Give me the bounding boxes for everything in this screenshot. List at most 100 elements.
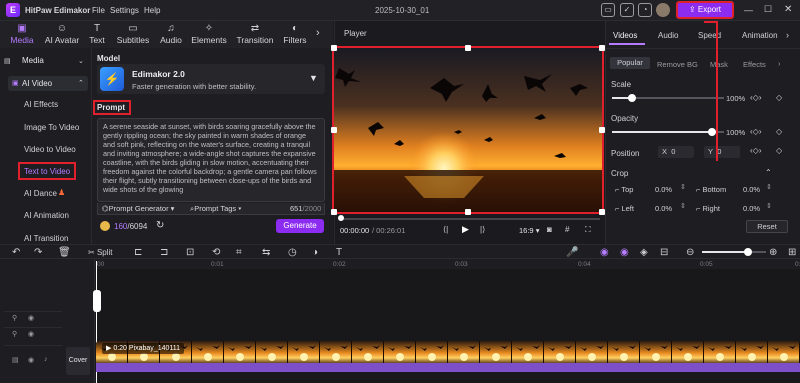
opacity-value[interactable]: 100% (726, 128, 745, 137)
tab-elements[interactable]: ✧ Elements (190, 23, 228, 45)
nav-item-ai-dance[interactable]: AI Dance (24, 189, 57, 198)
player-progress-knob[interactable] (338, 215, 344, 221)
prompt-tags-button[interactable]: ⌕Prompt Tags ▾ (190, 204, 241, 214)
chevron-right-icon[interactable]: › (316, 27, 320, 39)
maximize-icon[interactable]: ☐ (764, 4, 772, 15)
subtab-popular[interactable]: Popular (610, 57, 650, 69)
stepper-icon[interactable]: ⇕ (680, 202, 686, 210)
resize-handle-bottom[interactable] (465, 209, 471, 215)
scale-value[interactable]: 100% (726, 94, 745, 103)
tab-transition[interactable]: ⇄ Transition (234, 23, 276, 45)
keyframe-add-icon[interactable]: ◇ (776, 146, 782, 155)
zoom-out-icon[interactable]: ⊖ (686, 247, 694, 258)
playhead-handle[interactable] (93, 290, 101, 312)
refresh-icon[interactable]: ↻ (156, 220, 164, 231)
crop-left-value[interactable]: 0.0% (655, 204, 672, 213)
split-button[interactable]: ✂ Split (88, 248, 113, 257)
resize-handle-left[interactable] (331, 127, 337, 133)
keyframe-icon[interactable]: ‹◇› (750, 146, 761, 155)
crop-bottom-value[interactable]: 0.0% (743, 185, 760, 194)
scale-knob[interactable] (628, 94, 636, 102)
mask-icon[interactable]: ◑ (312, 247, 318, 258)
prompt-generator-button[interactable]: ⌬Prompt Generator ▾ (102, 204, 174, 213)
play-icon[interactable]: ▶ (462, 224, 469, 235)
trim-right-icon[interactable]: ⊐ (160, 247, 168, 258)
avatar[interactable] (656, 3, 670, 17)
film-icon[interactable]: ▤ (12, 356, 19, 364)
link-icon[interactable]: ◉ (620, 247, 629, 258)
prev-frame-icon[interactable]: ⟨| (443, 225, 448, 234)
zoom-knob[interactable] (744, 248, 752, 256)
keyframe-icon[interactable]: ‹◇› (750, 93, 761, 102)
check-icon[interactable]: ✓ (620, 3, 634, 17)
trim-left-icon[interactable]: ⊏ (134, 247, 142, 258)
position-x-field[interactable]: X 0 (658, 146, 694, 158)
opacity-knob[interactable] (708, 128, 716, 136)
speaker-icon[interactable]: ♪ (44, 356, 48, 363)
tab-videos[interactable]: Videos (613, 31, 637, 40)
loop-icon[interactable]: ⟲ (212, 247, 220, 258)
tab-animation[interactable]: Animation (742, 31, 778, 40)
keyframe-add-icon[interactable]: ◇ (776, 127, 782, 136)
undo-icon[interactable]: ↶ (12, 247, 20, 258)
grid-icon[interactable]: # (565, 225, 569, 234)
crop-right-value[interactable]: 0.0% (743, 204, 760, 213)
eye-icon[interactable]: ◉ (28, 330, 34, 338)
generate-button[interactable]: Generate (276, 219, 324, 233)
close-icon[interactable]: ✕ (784, 4, 792, 15)
menu-settings[interactable]: Settings (110, 6, 139, 15)
model-selector[interactable]: ⚡ Edimakor 2.0 Faster generation with be… (97, 64, 325, 94)
position-y-field[interactable]: Y 0 (704, 146, 740, 158)
stepper-icon[interactable]: ⇕ (680, 183, 686, 191)
cover-button[interactable]: Cover (66, 347, 90, 375)
resize-handle-tl[interactable] (331, 45, 337, 51)
resize-handle-top[interactable] (465, 45, 471, 51)
subtab-effects[interactable]: Effects (743, 60, 766, 69)
speed-icon[interactable]: ◷ (288, 247, 297, 258)
menu-help[interactable]: Help (144, 6, 160, 15)
screen-icon[interactable]: ▭ (601, 3, 615, 17)
subtab-mask[interactable]: Mask (710, 60, 728, 69)
nav-item-image-to-video[interactable]: Image To Video (24, 123, 79, 132)
nav-item-ai-animation[interactable]: AI Animation (24, 211, 69, 220)
freeze-icon[interactable]: ⊡ (186, 247, 194, 258)
stepper-icon[interactable]: ⇕ (766, 202, 772, 210)
keyframe-add-icon[interactable]: ◇ (776, 93, 782, 102)
reset-button[interactable]: Reset (746, 220, 788, 233)
aspect-select[interactable]: 16:9 ▾ (519, 226, 539, 235)
timeline-settings-icon[interactable]: ⊞ (788, 247, 796, 258)
lock-icon[interactable]: ⚲ (12, 314, 17, 322)
player-progress[interactable] (338, 218, 600, 220)
lock-icon[interactable]: ⚲ (12, 330, 17, 338)
keyframe-icon[interactable]: ‹◇› (750, 127, 761, 136)
chevron-down-icon[interactable]: ⌄ (78, 57, 84, 65)
zoom-in-icon[interactable]: ⊕ (769, 247, 777, 258)
subtab-remove-bg[interactable]: Remove BG (657, 60, 698, 69)
crop-top-value[interactable]: 0.0% (655, 185, 672, 194)
nav-ai-video[interactable]: AI Video (8, 76, 88, 91)
text-tool-icon[interactable]: T (336, 247, 342, 258)
nav-item-text-to-video[interactable]: Text to Video (24, 167, 70, 176)
tab-subtitles[interactable]: ▭ Subtitles (114, 23, 152, 45)
tab-audio[interactable]: ♫ Audio (157, 23, 185, 45)
export-button[interactable]: ⇪ Export (676, 1, 734, 19)
tab-media[interactable]: ▣ Media (7, 23, 37, 45)
resize-handle-bl[interactable] (331, 209, 337, 215)
minimize-icon[interactable]: — (744, 5, 753, 15)
chevron-up-icon[interactable]: ⌃ (78, 79, 84, 87)
stepper-icon[interactable]: ⇕ (766, 183, 772, 191)
tab-text[interactable]: T Text (86, 23, 108, 45)
microphone-icon[interactable]: 🎤 (566, 247, 578, 258)
menu-file[interactable]: File (92, 6, 105, 15)
reverse-icon[interactable]: ⇆ (262, 247, 270, 258)
nav-item-ai-transition[interactable]: AI Transition (24, 234, 68, 242)
chevron-up-icon[interactable]: ⌃ (765, 168, 772, 177)
nav-item-ai-effects[interactable]: AI Effects (24, 100, 58, 109)
nav-item-video-to-video[interactable]: Video to Video (24, 145, 76, 154)
tab-filters[interactable]: ◐ Filters (281, 23, 309, 45)
chevron-right-icon[interactable]: › (778, 59, 781, 68)
chevron-right-icon[interactable]: › (786, 30, 789, 40)
next-frame-icon[interactable]: |⟩ (480, 225, 485, 234)
magnet-icon[interactable]: ◉ (600, 247, 609, 258)
delete-icon[interactable]: 🗑 (58, 247, 71, 258)
